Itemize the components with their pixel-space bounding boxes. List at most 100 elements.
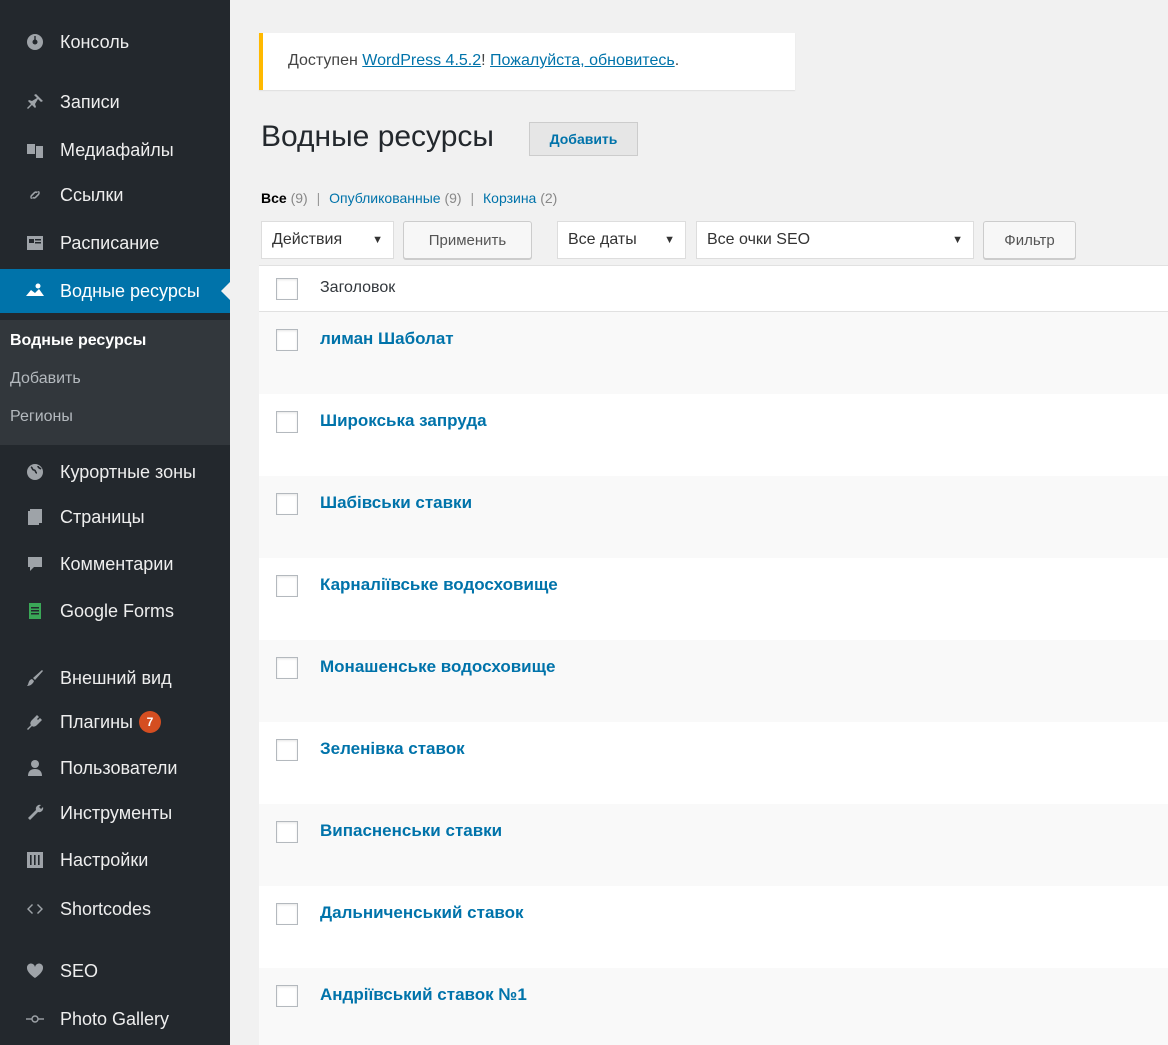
- menu-item-label: Водные ресурсы: [60, 280, 200, 301]
- row-title-link[interactable]: Зеленівка ставок: [320, 739, 465, 759]
- row-title-link[interactable]: Дальниченський ставок: [320, 903, 524, 923]
- admin-sidebar: Консоль Записи Медиафайлы Ссылки Расписа…: [0, 0, 230, 1045]
- menu-item-label: Shortcodes: [60, 898, 152, 919]
- select-all-checkbox[interactable]: [276, 278, 298, 300]
- menu-item-water-resources[interactable]: Водные ресурсы: [0, 269, 230, 313]
- wordpress-version-link[interactable]: WordPress 4.5.2: [362, 52, 481, 69]
- view-trash-count: (2): [540, 190, 558, 206]
- row-title-link[interactable]: Андріївський ставок №1: [320, 985, 527, 1005]
- users-icon: [24, 757, 46, 779]
- table-row: Шабівськи ставки: [259, 476, 1168, 558]
- menu-item-resort-zones[interactable]: Курортные зоны: [0, 450, 230, 494]
- menu-item-pages[interactable]: Страницы: [0, 495, 230, 539]
- comment-icon: [24, 553, 46, 575]
- seo-score-filter-select[interactable]: Все очки SEO ▼: [696, 221, 974, 259]
- bulk-actions-value: Действия: [272, 231, 343, 248]
- row-checkbox[interactable]: [276, 739, 298, 761]
- table-row: Широкська запруда: [259, 394, 1168, 476]
- menu-item-label: Внешний вид: [60, 667, 172, 688]
- menu-item-comments[interactable]: Комментарии: [0, 542, 230, 586]
- menu-item-seo[interactable]: SEO: [0, 949, 230, 993]
- plugins-update-badge: 7: [138, 711, 161, 733]
- submenu-item-regions[interactable]: Регионы: [10, 408, 73, 426]
- row-checkbox[interactable]: [276, 493, 298, 515]
- bulk-actions-select[interactable]: Действия ▼: [261, 221, 394, 259]
- row-checkbox[interactable]: [276, 903, 298, 925]
- row-checkbox[interactable]: [276, 411, 298, 433]
- date-filter-value: Все даты: [568, 231, 637, 248]
- menu-item-label: Медиафайлы: [60, 139, 174, 160]
- menu-item-shortcodes[interactable]: Shortcodes: [0, 887, 230, 931]
- view-all-link[interactable]: Все (9): [261, 190, 308, 206]
- menu-item-label: Настройки: [60, 849, 149, 870]
- notice-text-mid: !: [481, 52, 491, 69]
- menu-item-posts[interactable]: Записи: [0, 80, 230, 124]
- view-trash-link[interactable]: Корзина (2): [483, 190, 557, 206]
- table-row: Випасненськи ставки: [259, 804, 1168, 886]
- menu-item-links[interactable]: Ссылки: [0, 173, 230, 217]
- row-checkbox[interactable]: [276, 657, 298, 679]
- menu-item-appearance[interactable]: Внешний вид: [0, 656, 230, 700]
- table-row: лиман Шаболат: [259, 312, 1168, 394]
- plugin-icon: [24, 711, 46, 733]
- settings-icon: [24, 849, 46, 871]
- notice-text-suffix: .: [674, 52, 680, 69]
- pin-icon: [24, 91, 46, 113]
- row-title-link[interactable]: Широкська запруда: [320, 411, 487, 431]
- date-filter-select[interactable]: Все даты ▼: [557, 221, 686, 259]
- code-icon: [24, 898, 46, 920]
- menu-item-google-forms[interactable]: Google Forms: [0, 589, 230, 633]
- dashboard-icon: [24, 31, 46, 53]
- table-row: Андріївський ставок №1: [259, 968, 1168, 1045]
- chevron-down-icon: ▼: [664, 234, 675, 246]
- update-now-link[interactable]: Пожалуйста, обновитесь: [490, 52, 675, 69]
- notice-text-prefix: Доступен: [288, 52, 363, 69]
- row-checkbox[interactable]: [276, 575, 298, 597]
- table-row: Дальниченський ставок: [259, 886, 1168, 968]
- menu-item-users[interactable]: Пользователи: [0, 746, 230, 790]
- menu-item-settings[interactable]: Настройки: [0, 838, 230, 882]
- wrench-icon: [24, 802, 46, 824]
- views-separator: |: [316, 190, 321, 206]
- row-title-link[interactable]: лиман Шаболат: [320, 329, 454, 349]
- row-title-link[interactable]: Монашенське водосховище: [320, 657, 555, 677]
- chevron-down-icon: ▼: [952, 234, 963, 246]
- submenu-item-add[interactable]: Добавить: [10, 370, 81, 388]
- filter-button[interactable]: Фильтр: [983, 221, 1076, 259]
- schedule-icon: [24, 232, 46, 254]
- add-new-button[interactable]: Добавить: [529, 122, 638, 156]
- row-checkbox[interactable]: [276, 329, 298, 351]
- forms-icon: [24, 600, 46, 622]
- posts-table: Заголовок лиман Шаболат Широкська запруд…: [259, 265, 1168, 1045]
- row-title-link[interactable]: Карналіївське водосховище: [320, 575, 558, 595]
- link-icon: [24, 184, 46, 206]
- view-published-link[interactable]: Опубликованные (9): [329, 190, 461, 206]
- menu-item-label: Инструменты: [60, 802, 173, 823]
- chevron-down-icon: ▼: [372, 234, 383, 246]
- update-notice: Доступен WordPress 4.5.2! Пожалуйста, об…: [259, 33, 795, 90]
- menu-item-photo-gallery[interactable]: Photo Gallery: [0, 997, 230, 1041]
- row-checkbox[interactable]: [276, 985, 298, 1007]
- apply-button[interactable]: Применить: [403, 221, 532, 259]
- menu-item-label: Консоль: [60, 31, 130, 52]
- menu-item-label: Photo Gallery: [60, 1008, 170, 1029]
- pages-icon: [24, 506, 46, 528]
- menu-item-console[interactable]: Консоль: [0, 20, 230, 64]
- menu-item-plugins[interactable]: Плагины 7: [0, 700, 230, 744]
- row-checkbox[interactable]: [276, 821, 298, 843]
- menu-item-label: Курортные зоны: [60, 461, 196, 482]
- menu-item-label: Ссылки: [60, 184, 124, 205]
- view-published-label: Опубликованные: [329, 190, 441, 206]
- table-header: Заголовок: [259, 266, 1168, 312]
- table-row: Зеленівка ставок: [259, 722, 1168, 804]
- column-title-header[interactable]: Заголовок: [320, 279, 395, 297]
- view-all-count: (9): [290, 190, 308, 206]
- menu-item-label: Пользователи: [60, 757, 178, 778]
- menu-item-tools[interactable]: Инструменты: [0, 791, 230, 835]
- row-title-link[interactable]: Шабівськи ставки: [320, 493, 472, 513]
- menu-item-schedule[interactable]: Расписание: [0, 221, 230, 265]
- row-title-link[interactable]: Випасненськи ставки: [320, 821, 502, 841]
- view-trash-label: Корзина: [483, 190, 537, 206]
- menu-item-media[interactable]: Медиафайлы: [0, 128, 230, 172]
- submenu-item-water-resources[interactable]: Водные ресурсы: [10, 332, 146, 350]
